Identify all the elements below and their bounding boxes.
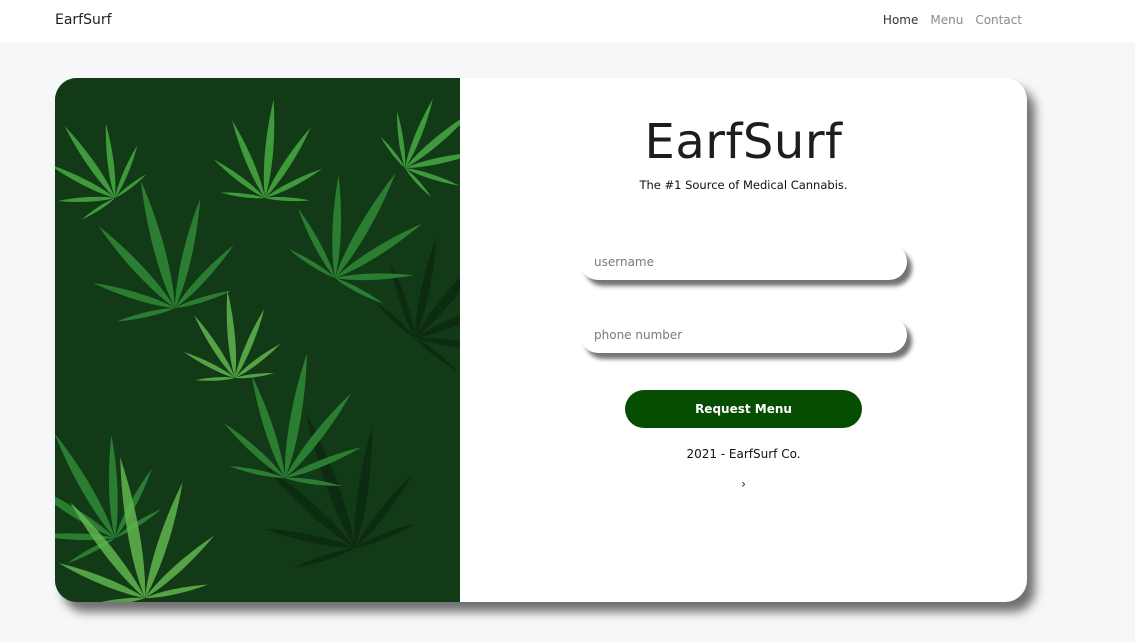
copyright-text: 2021 - EarfSurf Co. — [686, 447, 801, 461]
chevron-right-icon[interactable]: › — [460, 477, 1027, 491]
leaves-illustration — [55, 78, 460, 602]
username-input[interactable] — [580, 244, 907, 280]
top-navbar: EarfSurf Home Menu Contact — [0, 0, 1135, 42]
signup-form: EarfSurf The #1 Source of Medical Cannab… — [460, 78, 1027, 602]
hero-card: EarfSurf The #1 Source of Medical Cannab… — [55, 78, 1027, 602]
hero-subtitle: The #1 Source of Medical Cannabis. — [639, 178, 848, 192]
phone-number-input[interactable] — [580, 317, 907, 353]
nav-links: Home Menu Contact — [883, 13, 1022, 27]
brand-link[interactable]: EarfSurf — [55, 12, 112, 28]
nav-home-link[interactable]: Home — [883, 13, 918, 27]
request-menu-button[interactable]: Request Menu — [625, 390, 862, 428]
nav-menu-link[interactable]: Menu — [930, 13, 963, 27]
cannabis-photo — [55, 78, 460, 602]
nav-contact-link[interactable]: Contact — [975, 13, 1022, 27]
hero-title: EarfSurf — [644, 114, 843, 170]
